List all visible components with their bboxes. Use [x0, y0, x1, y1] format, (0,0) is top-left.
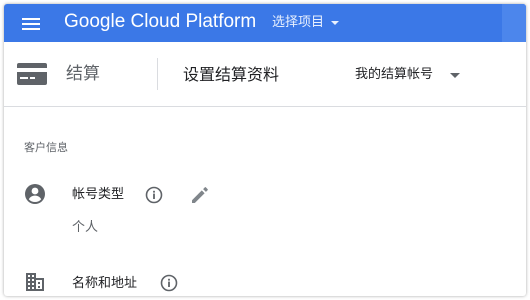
section-title: 结算 — [66, 64, 100, 84]
chevron-down-icon — [331, 21, 340, 25]
field-value-account-type: 个人 — [72, 220, 99, 235]
app-bar-right-edge — [502, 4, 526, 42]
account-circle-icon — [24, 183, 46, 205]
top-app-bar: Google Cloud Platform 选择项目 — [4, 4, 526, 42]
field-label-account-type: 帐号类型 — [72, 187, 125, 202]
menu-icon[interactable] — [19, 12, 43, 36]
edit-pencil-icon[interactable] — [190, 185, 210, 205]
field-label-name-address: 名称和地址 — [72, 276, 138, 291]
main-content: 客户信息 帐号类型 个人 名称和地址 — [4, 107, 526, 296]
project-picker[interactable]: 选择项目 — [272, 14, 340, 32]
billing-account-label: 我的结算帐号 — [355, 67, 434, 82]
app-brand[interactable]: Google Cloud Platform — [64, 9, 256, 35]
section-label-customer-info: 客户信息 — [24, 141, 68, 154]
billing-account-picker[interactable]: 我的结算帐号 — [355, 66, 461, 84]
billing-card-icon — [16, 62, 48, 86]
header-divider — [157, 58, 158, 90]
info-icon[interactable] — [145, 186, 163, 204]
project-picker-label: 选择项目 — [272, 15, 325, 30]
page-header: 结算 设置结算资料 我的结算帐号 — [4, 42, 526, 107]
browser-frame: Google Cloud Platform 选择项目 结算 设置结算资料 我的结… — [4, 4, 526, 296]
business-icon — [24, 271, 46, 293]
chevron-down-icon — [450, 72, 461, 78]
page-title: 设置结算资料 — [183, 65, 280, 84]
info-icon[interactable] — [160, 274, 178, 292]
